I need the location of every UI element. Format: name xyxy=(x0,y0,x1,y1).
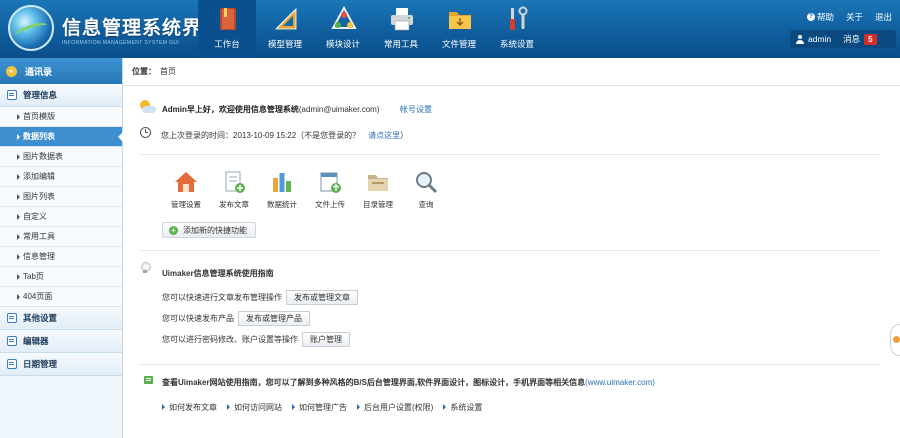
account-manage-button[interactable]: 账户管理 xyxy=(302,332,350,347)
module-design-icon xyxy=(331,6,357,29)
brand-subtitle: INFORMATION MANAGEMENT SYSTEM GUI xyxy=(62,40,180,46)
nav-workbench[interactable]: 工作台 xyxy=(198,0,256,58)
nav-common-tools[interactable]: 常用工具 xyxy=(372,0,430,58)
sidebar-item-common-tools[interactable]: 常用工具 xyxy=(0,227,122,247)
help-link-visit-site[interactable]: 如何访问网站 xyxy=(227,402,282,413)
user-icon xyxy=(796,34,804,44)
guide-row-products: 您可以快速发布产品 发布或管理产品 xyxy=(162,311,310,326)
messages-link[interactable]: 消息 xyxy=(843,33,860,45)
sidebar-item-tab-page[interactable]: Tab页 xyxy=(0,267,122,287)
breadcrumb-label: 位置： xyxy=(132,67,156,76)
last-login-line: 您上次登录的时间：2013-10-09 15:22（不是您登录的？ 请点这里） xyxy=(161,131,409,140)
search-icon xyxy=(416,172,438,194)
upload-icon xyxy=(320,172,341,193)
guide-row-articles: 您可以快速进行文章发布管理操作 发布或管理文章 xyxy=(162,290,358,305)
sidebar-item-image-data-table[interactable]: 图片数据表 xyxy=(0,147,122,167)
guide-row-account: 您可以进行密码修改、账户设置等操作 账户管理 xyxy=(162,332,350,347)
help-link[interactable]: ? 帮助 xyxy=(806,11,834,23)
calendar-icon xyxy=(7,359,17,369)
folder-icon xyxy=(449,12,471,29)
sidebar-section-date-manage[interactable]: 日期管理 xyxy=(0,353,122,376)
sidebar-item-data-list[interactable]: 数据列表 xyxy=(0,127,123,147)
quick-action-directory-manage[interactable]: 目录管理 xyxy=(354,170,402,210)
sidebar-item-custom[interactable]: 自定义 xyxy=(0,207,122,227)
manage-articles-button[interactable]: 发布或管理文章 xyxy=(286,290,358,305)
message-count-badge[interactable]: 5 xyxy=(864,33,877,45)
nav-file-manage[interactable]: 文件管理 xyxy=(430,0,488,58)
sidebar-item-404-page[interactable]: 404页面 xyxy=(0,287,122,307)
guide-title: Uimaker信息管理系统使用指南 xyxy=(162,269,274,278)
divider xyxy=(138,250,880,251)
divider xyxy=(138,364,880,365)
sidebar-section-editor[interactable]: 编辑器 xyxy=(0,330,122,353)
help-links: 如何发布文章 如何访问网站 如何管理广告 后台用户设置(权限) 系统设置 xyxy=(162,402,482,413)
header-links: ? 帮助 关于 退出 xyxy=(806,11,892,23)
lightbulb-icon xyxy=(141,262,151,273)
sidebar-item-add-edit[interactable]: 添加编辑 xyxy=(0,167,122,187)
divider xyxy=(138,154,880,155)
list-doc-icon xyxy=(7,90,17,100)
help-link-system-settings[interactable]: 系统设置 xyxy=(443,402,482,413)
uimaker-site-link[interactable]: (www.uimaker.com) xyxy=(585,378,655,387)
model-ruler-icon xyxy=(275,8,297,30)
manage-products-button[interactable]: 发布或管理产品 xyxy=(238,311,310,326)
quick-actions: 管理设置 发布文章 数据统计 文件上传 目录管理 查询 xyxy=(162,170,450,210)
globe-logo-icon xyxy=(8,5,54,51)
welcome-email: (admin@uimaker.com) xyxy=(298,105,380,114)
info-doc-icon xyxy=(144,376,153,384)
help-link-manage-ads[interactable]: 如何管理广告 xyxy=(292,402,347,413)
sidebar-item-image-list[interactable]: 图片列表 xyxy=(0,187,122,207)
add-shortcut-button[interactable]: + 添加新的快捷功能 xyxy=(162,222,256,238)
help-link-publish-article[interactable]: 如何发布文章 xyxy=(162,402,217,413)
sidebar-section-other-settings[interactable]: 其他设置 xyxy=(0,307,122,330)
directory-folder-icon xyxy=(368,175,388,191)
username[interactable]: admin xyxy=(808,34,831,44)
clock-icon xyxy=(140,127,151,138)
bar-stats-icon xyxy=(273,173,291,192)
help-link-user-permissions[interactable]: 后台用户设置(权限) xyxy=(357,402,433,413)
quick-action-search[interactable]: 查询 xyxy=(402,170,450,210)
breadcrumb-current[interactable]: 首页 xyxy=(160,66,176,77)
editor-icon xyxy=(7,336,17,346)
nav-model-manage[interactable]: 模型管理 xyxy=(256,0,314,58)
sidebar-item-info-manage[interactable]: 信息管理 xyxy=(0,247,122,267)
main-content: 位置： 首页 Admin早上好，欢迎使用信息管理系统(admin@uimaker… xyxy=(124,58,900,438)
nav-module-design[interactable]: 模块设计 xyxy=(314,0,372,58)
main-nav: 工作台 模型管理 模块设计 常用工具 文件管理 系统设置 xyxy=(198,0,546,58)
welcome-greeting: Admin早上好，欢迎使用信息管理系统 xyxy=(162,105,299,114)
user-bar: admin 消息 5 xyxy=(790,30,896,48)
last-login-text: 您上次登录的时间：2013-10-09 15:22（不是您登录的？ xyxy=(161,131,361,140)
sidebar: 通讯录 管理信息 首页模版 数据列表 图片数据表 添加编辑 图片列表 自定义 常… xyxy=(0,58,123,438)
quick-action-file-upload[interactable]: 文件上传 xyxy=(306,170,354,210)
settings-doc-icon xyxy=(7,313,17,323)
help-icon: ? xyxy=(806,13,815,21)
quick-action-manage-settings[interactable]: 管理设置 xyxy=(162,170,210,210)
about-link[interactable]: 关于 xyxy=(846,11,863,23)
plus-icon: + xyxy=(169,225,178,235)
sidebar-section-manage-info[interactable]: 管理信息 xyxy=(0,84,122,107)
nav-system-settings[interactable]: 系统设置 xyxy=(488,0,546,58)
sidebar-item-home-template[interactable]: 首页模版 xyxy=(0,107,122,127)
publish-document-icon xyxy=(225,171,245,193)
uimaker-guide-text: 查看Uimaker网站使用指南，您可以了解到多种风格的B/S后台管理界面,软件界… xyxy=(162,378,655,387)
chevron-down-circle-icon xyxy=(6,65,17,77)
top-header: 信息管理系统界面 INFORMATION MANAGEMENT SYSTEM G… xyxy=(0,0,900,58)
sun-cloud-icon xyxy=(138,100,156,114)
printer-icon xyxy=(391,8,413,31)
logout-link[interactable]: 退出 xyxy=(875,11,892,23)
breadcrumb: 位置： 首页 xyxy=(124,58,900,86)
not-me-link[interactable]: 请点这里 xyxy=(368,131,400,140)
quick-action-data-stats[interactable]: 数据统计 xyxy=(258,170,306,210)
workbench-icon xyxy=(220,8,236,30)
quick-action-publish-article[interactable]: 发布文章 xyxy=(210,170,258,210)
sidebar-header[interactable]: 通讯录 xyxy=(0,58,122,84)
wrench-screwdriver-icon xyxy=(510,6,528,30)
account-settings-link[interactable]: 帐号设置 xyxy=(400,104,432,115)
home-icon xyxy=(175,172,197,192)
floating-side-tab[interactable] xyxy=(890,324,900,356)
